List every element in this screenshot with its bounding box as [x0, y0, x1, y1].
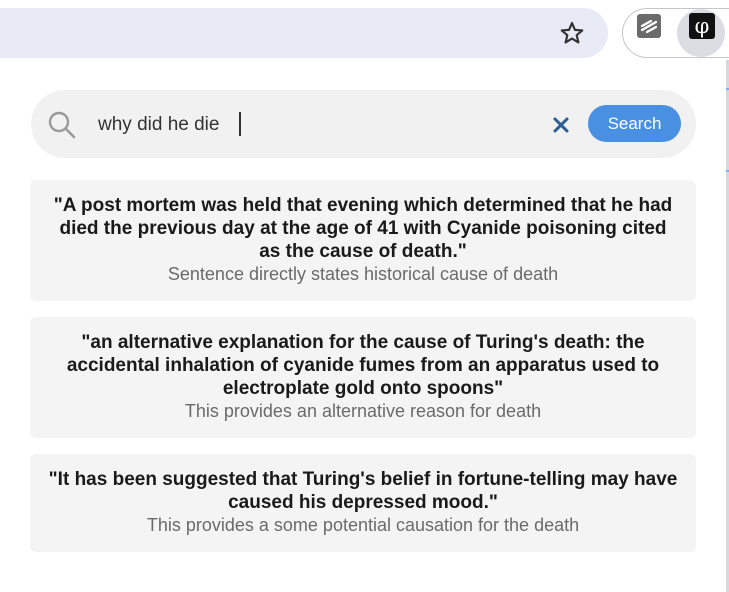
notes-extension-button[interactable] [636, 13, 662, 39]
notes-extension-icon [637, 14, 661, 38]
result-reason: Sentence directly states historical caus… [167, 264, 559, 284]
svg-text:φ: φ [695, 14, 710, 38]
result-card[interactable]: "A post mortem was held that evening whi… [30, 180, 696, 301]
browser-toolbar: φ [0, 0, 729, 60]
text-caret [239, 112, 241, 136]
phi-extension-button[interactable]: φ [689, 13, 715, 39]
result-quote: "A post mortem was held that evening whi… [53, 195, 673, 262]
address-bar[interactable] [0, 8, 608, 58]
result-card[interactable]: "an alternative explanation for the caus… [30, 317, 696, 438]
star-outline-icon [560, 21, 584, 44]
search-button[interactable]: Search [588, 105, 681, 142]
search-bar: Search [31, 90, 696, 158]
close-icon [553, 117, 569, 133]
clear-search-button[interactable] [549, 113, 573, 137]
bookmark-star-button[interactable] [555, 16, 589, 50]
result-card[interactable]: "It has been suggested that Turing's bel… [30, 454, 696, 552]
result-quote: "an alternative explanation for the caus… [66, 332, 660, 399]
result-reason: This provides a some potential causation… [146, 515, 580, 535]
phi-extension-icon: φ [689, 13, 715, 39]
search-icon [48, 111, 76, 139]
search-input[interactable] [98, 110, 478, 140]
result-quote: "It has been suggested that Turing's bel… [48, 469, 678, 513]
result-reason: This provides an alternative reason for … [184, 401, 542, 421]
